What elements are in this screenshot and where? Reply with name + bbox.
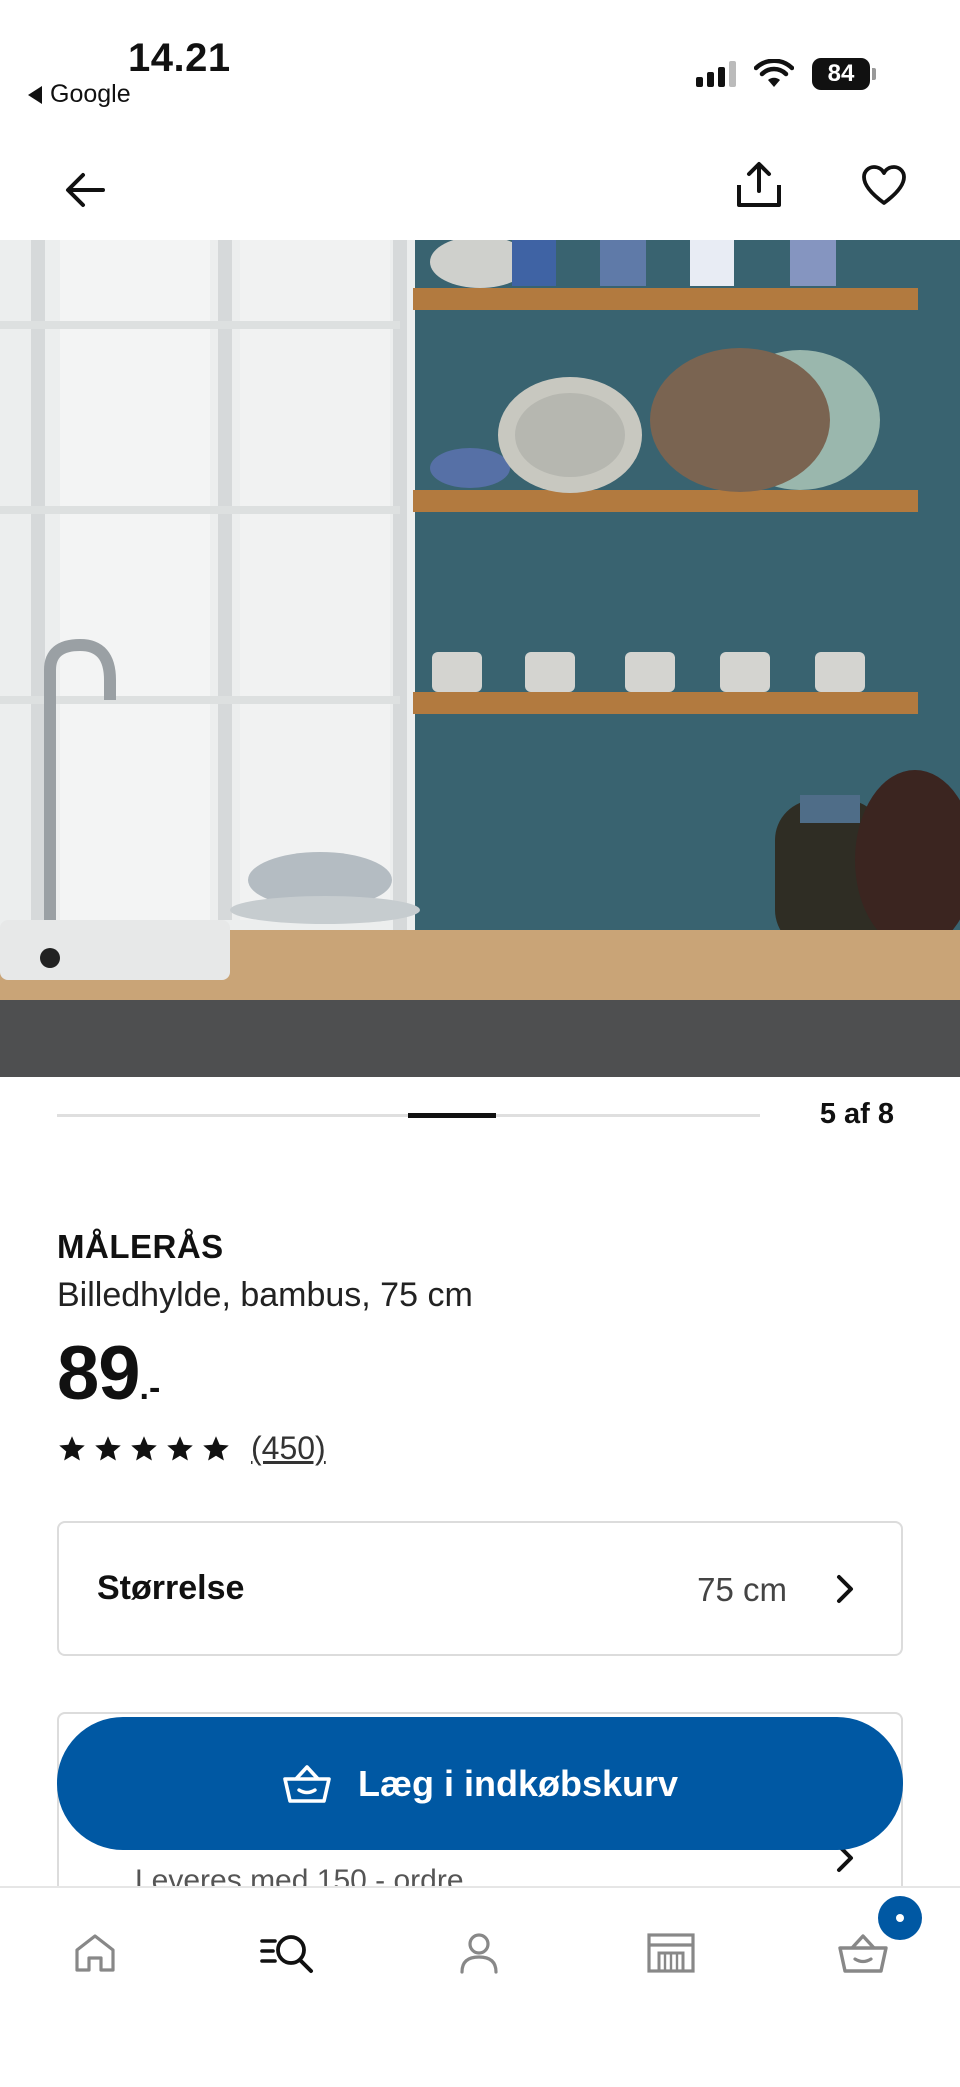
- tab-profile[interactable]: [444, 1918, 514, 1988]
- basket-icon: [838, 1934, 888, 1973]
- chevron-right-icon: [827, 1567, 863, 1611]
- status-time: 14.21: [128, 36, 231, 80]
- bottom-navigation: [0, 1886, 960, 2087]
- kitchen-shelf-photo: [0, 240, 960, 1077]
- add-to-cart-button[interactable]: Læg i indkøbskurv: [57, 1717, 903, 1850]
- heart-icon: [862, 165, 906, 205]
- image-counter: 5 af 8: [819, 1098, 894, 1130]
- battery-indicator: 84: [812, 58, 876, 90]
- tab-stores[interactable]: [636, 1918, 706, 1988]
- price-suffix: .-: [139, 1369, 161, 1407]
- review-count-link[interactable]: (450): [251, 1430, 326, 1467]
- image-carousel-progress: 5 af 8: [57, 1098, 894, 1134]
- search-icon: [260, 1935, 313, 1973]
- favorite-button[interactable]: [849, 150, 919, 220]
- product-rating[interactable]: (450): [57, 1430, 326, 1467]
- share-button[interactable]: [724, 150, 794, 220]
- star-icon: [167, 1435, 193, 1460]
- back-app-label: Google: [50, 80, 131, 108]
- wifi-icon: [754, 59, 794, 87]
- cellular-signal-icon: [696, 61, 736, 87]
- basket-icon: [283, 1764, 331, 1803]
- store-icon: [647, 1933, 695, 1973]
- price-amount: 89: [57, 1331, 141, 1416]
- share-icon: [737, 162, 781, 207]
- rating-stars: [57, 1434, 231, 1464]
- status-bar: 14.21 Google 84: [0, 0, 960, 130]
- carousel-track[interactable]: [57, 1113, 760, 1118]
- tab-home[interactable]: [60, 1918, 130, 1988]
- profile-icon: [460, 1933, 498, 1974]
- status-indicators: 84: [696, 58, 876, 90]
- back-button[interactable]: [50, 155, 120, 225]
- product-description: Billedhylde, bambus, 75 cm: [57, 1276, 473, 1314]
- size-label: Størrelse: [97, 1569, 245, 1607]
- cart-badge: [878, 1896, 922, 1940]
- size-value: 75 cm: [697, 1571, 787, 1608]
- product-price: 89 .-: [57, 1330, 160, 1417]
- home-icon: [75, 1934, 115, 1972]
- product-name: MÅLERÅS: [57, 1228, 224, 1265]
- back-to-app-link[interactable]: Google: [28, 80, 131, 109]
- star-icon: [59, 1435, 85, 1460]
- product-image[interactable]: [0, 240, 960, 1077]
- size-selector[interactable]: Størrelse 75 cm: [57, 1521, 903, 1656]
- top-navigation: [0, 140, 960, 240]
- arrow-left-icon: [66, 173, 105, 207]
- tab-search[interactable]: [252, 1918, 322, 1988]
- star-icon: [131, 1435, 157, 1460]
- carousel-thumb[interactable]: [408, 1113, 496, 1118]
- star-icon: [203, 1435, 229, 1460]
- star-icon: [95, 1435, 121, 1460]
- battery-level: 84: [812, 58, 870, 90]
- back-triangle-icon: [28, 85, 42, 104]
- add-to-cart-label: Læg i indkøbskurv: [357, 1762, 679, 1804]
